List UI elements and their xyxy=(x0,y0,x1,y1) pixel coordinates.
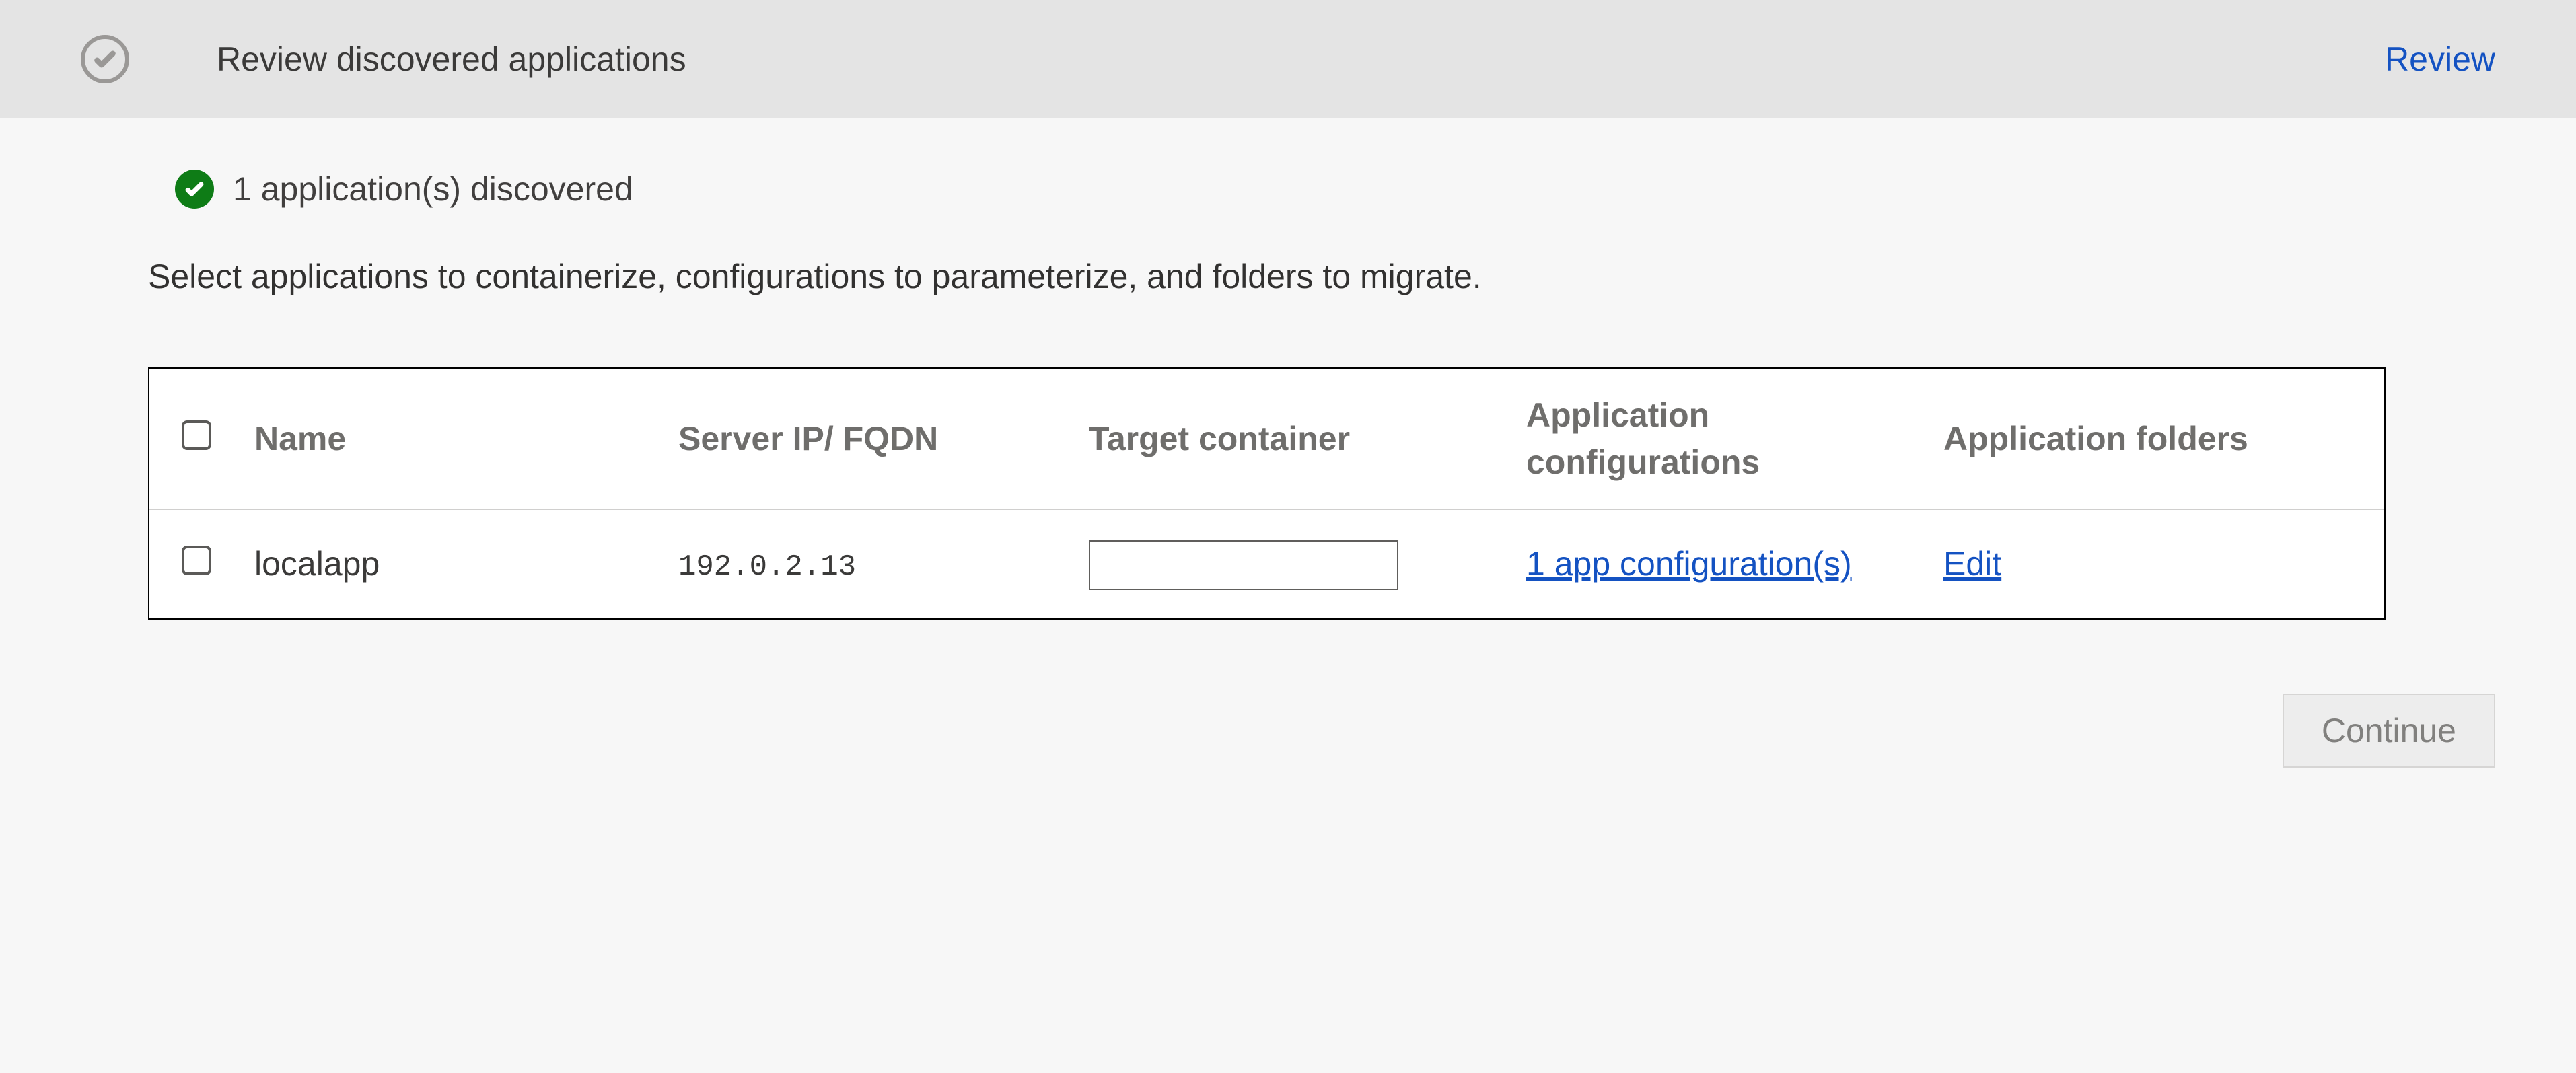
target-container-input[interactable] xyxy=(1089,540,1398,590)
col-header-server[interactable]: Server IP/ FQDN xyxy=(668,369,1078,509)
continue-button[interactable]: Continue xyxy=(2283,694,2495,768)
table-header-row: Name Server IP/ FQDN Target container Ap… xyxy=(149,369,2384,509)
cell-name: localapp xyxy=(244,509,668,618)
step-header-left: Review discovered applications xyxy=(81,35,686,83)
review-link[interactable]: Review xyxy=(2385,36,2495,83)
col-header-name[interactable]: Name xyxy=(244,369,668,509)
success-check-icon xyxy=(175,170,214,209)
discovery-status-text: 1 application(s) discovered xyxy=(233,165,633,213)
edit-folders-link[interactable]: Edit xyxy=(1943,540,2001,587)
step-header: Review discovered applications Review xyxy=(0,0,2576,118)
row-checkbox[interactable] xyxy=(182,546,211,575)
applications-table-container: Name Server IP/ FQDN Target container Ap… xyxy=(148,367,2386,620)
cell-server-ip: 192.0.2.13 xyxy=(678,550,856,584)
instruction-text: Select applications to containerize, con… xyxy=(148,253,2428,300)
app-configurations-link[interactable]: 1 app configuration(s) xyxy=(1526,540,1852,587)
discovery-status: 1 application(s) discovered xyxy=(175,165,2428,213)
content-area: 1 application(s) discovered Select appli… xyxy=(0,118,2576,620)
col-header-config[interactable]: Application configurations xyxy=(1515,369,1933,509)
col-header-target[interactable]: Target container xyxy=(1078,369,1515,509)
col-header-folders[interactable]: Application folders xyxy=(1933,369,2384,509)
applications-table: Name Server IP/ FQDN Target container Ap… xyxy=(149,369,2384,618)
table-row: localapp 192.0.2.13 1 app configuration(… xyxy=(149,509,2384,618)
footer-actions: Continue xyxy=(0,620,2576,768)
page-container: Review discovered applications Review 1 … xyxy=(0,0,2576,1073)
step-status-icon xyxy=(81,35,129,83)
step-title: Review discovered applications xyxy=(217,36,686,83)
select-all-checkbox[interactable] xyxy=(182,420,211,450)
